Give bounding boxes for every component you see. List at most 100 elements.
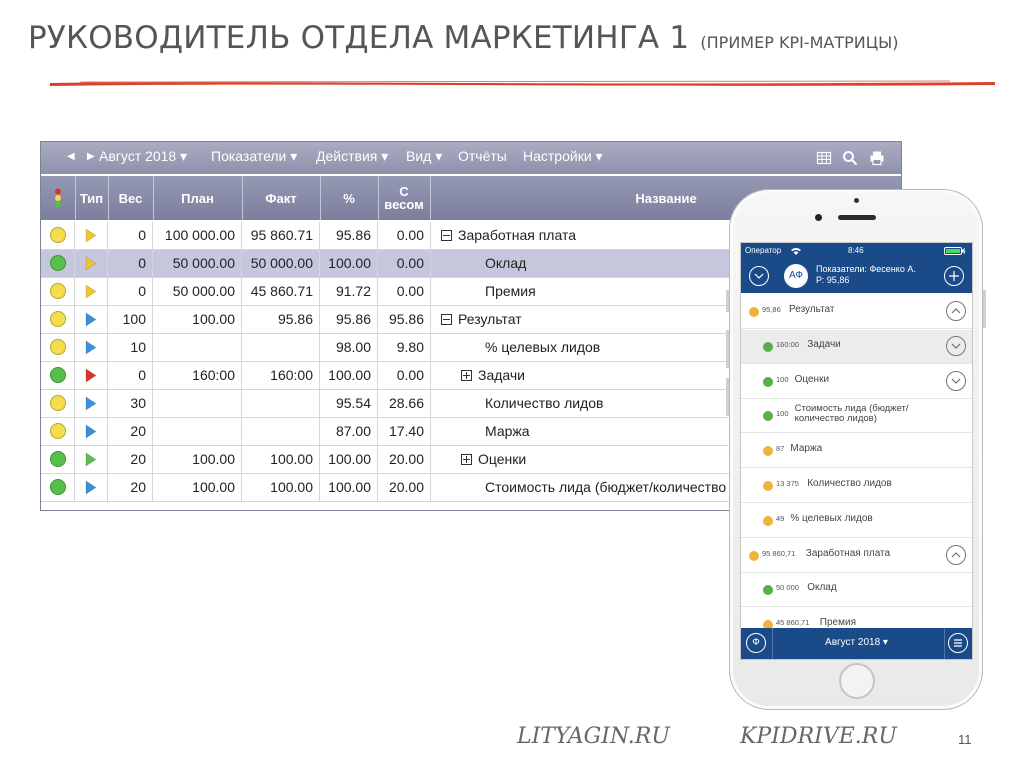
- collapse-icon[interactable]: [441, 229, 452, 241]
- cell-plan[interactable]: 160:00: [153, 362, 242, 389]
- menu-settings[interactable]: Настройки ▾: [523, 148, 603, 165]
- status-dot-icon: [763, 411, 773, 422]
- cell-weighted[interactable]: 17.40: [378, 418, 431, 445]
- header-weight[interactable]: Вес: [108, 176, 154, 220]
- cell-percent[interactable]: 100.00: [320, 474, 378, 501]
- avatar[interactable]: АФ: [784, 264, 808, 288]
- next-period-icon[interactable]: ▶: [87, 151, 95, 162]
- menu-view[interactable]: Вид ▾: [406, 148, 442, 165]
- cell-percent[interactable]: 87.00: [320, 418, 378, 445]
- list-item[interactable]: 95 860,71 Заработная плата: [741, 539, 972, 573]
- list-item[interactable]: 100 Стоимость лида (бюджет/количество лид…: [741, 399, 972, 434]
- cell-percent[interactable]: 98.00: [320, 334, 378, 361]
- chevron-up-icon[interactable]: [946, 544, 966, 565]
- table-view-icon[interactable]: [816, 150, 832, 166]
- print-icon[interactable]: [869, 150, 885, 166]
- cell-weight[interactable]: 20: [108, 474, 153, 501]
- chevron-down-icon[interactable]: [946, 370, 966, 391]
- collapse-all-button[interactable]: [749, 266, 769, 286]
- cell-status: [41, 278, 75, 305]
- menu-indicators[interactable]: Показатели ▾: [211, 148, 297, 165]
- list-item[interactable]: 100 Оценки: [741, 365, 972, 399]
- expand-icon[interactable]: [461, 369, 472, 381]
- type-flag-icon: [85, 452, 97, 467]
- cell-percent[interactable]: 95.86: [320, 306, 378, 333]
- cell-plan[interactable]: 100.00: [153, 446, 242, 473]
- menu-actions[interactable]: Действия ▾: [316, 148, 388, 165]
- cell-weight[interactable]: 100: [108, 306, 153, 333]
- cell-weight[interactable]: 10: [108, 334, 153, 361]
- cell-weighted[interactable]: 20.00: [378, 446, 431, 473]
- cell-weighted[interactable]: 20.00: [378, 474, 431, 501]
- cell-weighted[interactable]: 0.00: [378, 362, 431, 389]
- header-percent[interactable]: %: [320, 176, 379, 220]
- cell-weighted[interactable]: 28.66: [378, 390, 431, 417]
- cell-weighted[interactable]: 0.00: [378, 250, 431, 277]
- status-dot-icon: [749, 307, 759, 317]
- cell-fact[interactable]: 95.86: [242, 306, 320, 333]
- cell-percent[interactable]: 100.00: [320, 250, 378, 277]
- cell-weight[interactable]: 30: [108, 390, 153, 417]
- cell-fact[interactable]: 50 000.00: [242, 250, 320, 277]
- list-item[interactable]: 49 % целевых лидов: [741, 504, 972, 538]
- status-dot-icon: [763, 515, 773, 526]
- cell-fact[interactable]: [242, 418, 320, 445]
- cell-plan[interactable]: 50 000.00: [153, 278, 242, 305]
- menu-button[interactable]: [948, 633, 968, 653]
- cell-fact[interactable]: 95 860.71: [242, 222, 320, 249]
- list-item[interactable]: 160:00 Задачи: [741, 329, 972, 364]
- header-type[interactable]: Тип: [75, 176, 109, 220]
- cell-weighted[interactable]: 0.00: [378, 278, 431, 305]
- cell-percent[interactable]: 95.86: [320, 222, 378, 249]
- expand-icon[interactable]: [461, 453, 472, 465]
- list-item[interactable]: 50 000 Оклад: [741, 573, 972, 608]
- cell-plan[interactable]: 50 000.00: [153, 250, 242, 277]
- chevron-down-icon[interactable]: [946, 335, 966, 356]
- cell-weight[interactable]: 0: [108, 250, 153, 277]
- footer-link-lityagin[interactable]: LITYAGIN.RU: [517, 724, 670, 749]
- cell-weighted[interactable]: 0.00: [378, 222, 431, 249]
- cell-plan[interactable]: 100.00: [153, 306, 242, 333]
- add-button[interactable]: [944, 266, 964, 286]
- cell-weighted[interactable]: 95.86: [378, 306, 431, 333]
- cell-weight[interactable]: 0: [108, 362, 153, 389]
- cell-weight[interactable]: 20: [108, 446, 153, 473]
- cell-plan[interactable]: 100 000.00: [153, 222, 242, 249]
- cell-fact[interactable]: [242, 390, 320, 417]
- collapse-icon[interactable]: [441, 313, 452, 325]
- list-item[interactable]: 95,86 Результат: [741, 295, 972, 329]
- cell-percent[interactable]: 100.00: [320, 446, 378, 473]
- footer-link-kpidrive[interactable]: KPIDRIVE.RU: [740, 724, 897, 749]
- period-dropdown[interactable]: Август 2018 ▾: [99, 148, 187, 165]
- cell-plan[interactable]: 100.00: [153, 474, 242, 501]
- cell-weighted[interactable]: 9.80: [378, 334, 431, 361]
- menu-reports[interactable]: Отчёты: [458, 148, 507, 164]
- cell-fact[interactable]: 100.00: [242, 474, 320, 501]
- cell-fact[interactable]: [242, 334, 320, 361]
- cell-weight[interactable]: 0: [108, 222, 153, 249]
- chevron-up-icon[interactable]: [946, 301, 966, 321]
- cell-plan[interactable]: [153, 418, 242, 445]
- header-fact[interactable]: Факт: [242, 176, 321, 220]
- header-plan[interactable]: План: [153, 176, 243, 220]
- home-button[interactable]: [839, 663, 875, 699]
- prev-period-icon[interactable]: ◀: [67, 151, 75, 162]
- cell-fact[interactable]: 100.00: [242, 446, 320, 473]
- item-value: 87: [776, 444, 785, 454]
- cell-weight[interactable]: 20: [108, 418, 153, 445]
- item-value: 45 860,71: [776, 618, 810, 628]
- item-label: Заработная плата: [805, 547, 891, 559]
- list-item[interactable]: 87 Маржа: [741, 434, 972, 469]
- search-icon[interactable]: [842, 150, 858, 166]
- cell-percent[interactable]: 100.00: [320, 362, 378, 389]
- cell-fact[interactable]: 160:00: [242, 362, 320, 389]
- cell-plan[interactable]: [153, 390, 242, 417]
- cell-percent[interactable]: 91.72: [320, 278, 378, 305]
- cell-weight[interactable]: 0: [108, 278, 153, 305]
- cell-percent[interactable]: 95.54: [320, 390, 378, 417]
- cell-plan[interactable]: [153, 334, 242, 361]
- footer-period[interactable]: Август 2018 ▾: [741, 637, 972, 648]
- cell-fact[interactable]: 45 860.71: [242, 278, 320, 305]
- header-weighted[interactable]: С весом: [378, 176, 431, 220]
- list-item[interactable]: 13 375 Количество лидов: [741, 469, 972, 503]
